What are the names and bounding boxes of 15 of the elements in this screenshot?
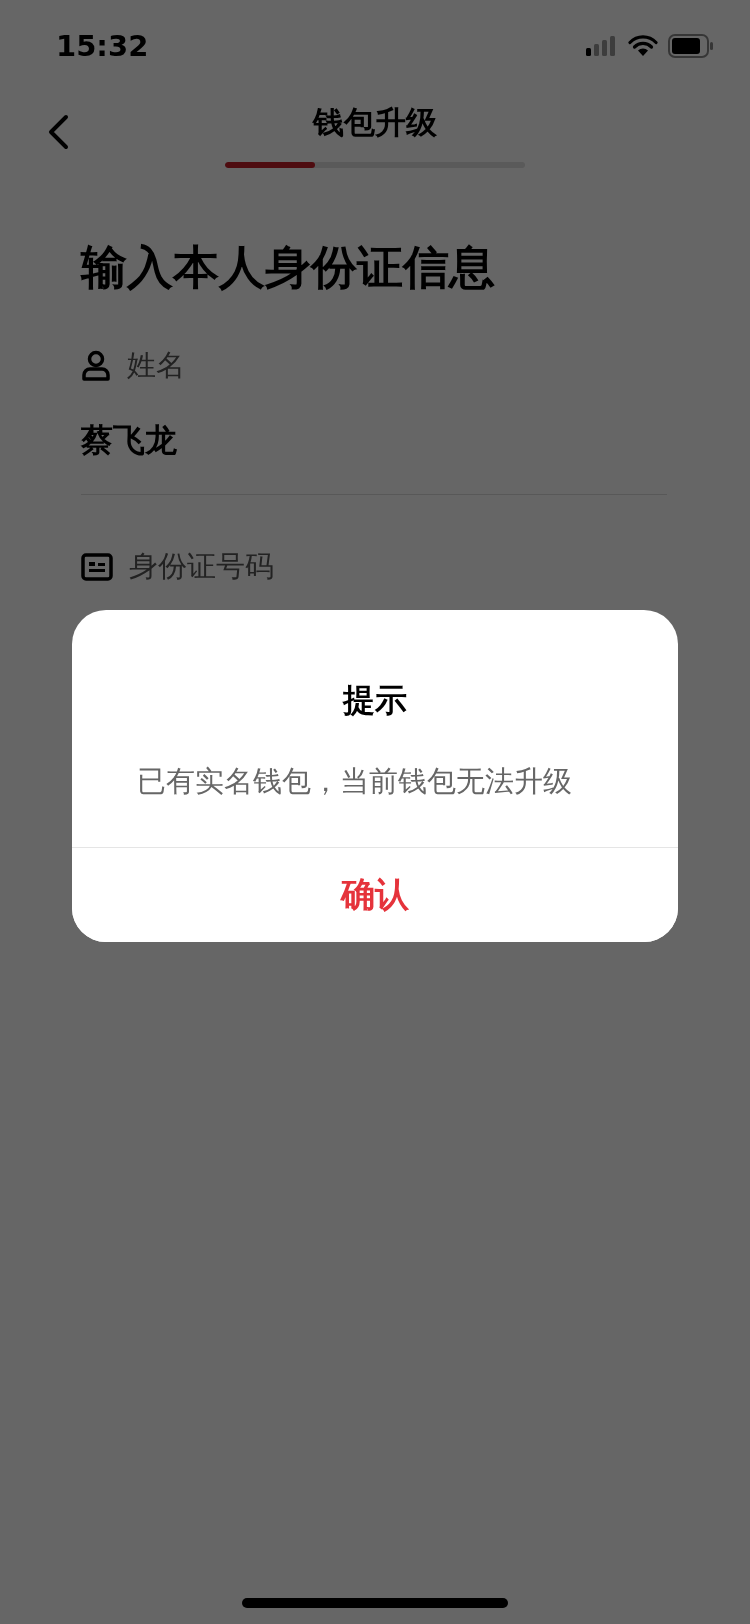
- field-label: 姓名: [127, 347, 185, 384]
- status-time: 15:32: [56, 29, 149, 63]
- name-field[interactable]: 蔡飞龙: [81, 418, 667, 462]
- id-card-icon: [81, 553, 113, 581]
- wifi-icon: [628, 35, 658, 57]
- page-title: 钱包升级: [313, 103, 437, 142]
- battery-icon: [668, 34, 714, 58]
- field-label: 身份证号码: [129, 548, 274, 585]
- confirm-button[interactable]: 确认: [72, 847, 678, 942]
- dialog-title: 提示: [343, 680, 407, 721]
- dialog-message: 已有实名钱包，当前钱包无法升级: [136, 763, 573, 800]
- page-heading: 输入本人身份证信息: [81, 239, 496, 296]
- back-icon[interactable]: [46, 114, 70, 150]
- signal-icon: [586, 34, 618, 58]
- person-icon: [81, 350, 111, 382]
